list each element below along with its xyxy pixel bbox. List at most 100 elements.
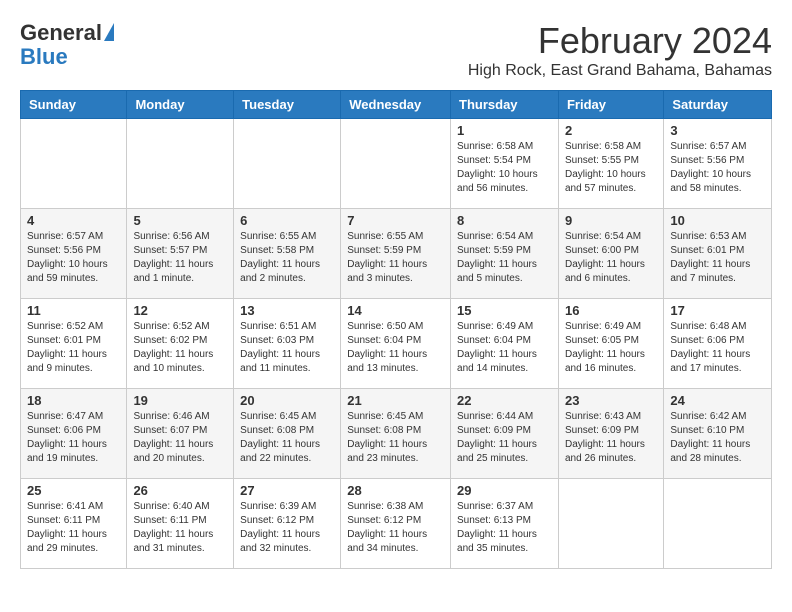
day-info: Sunrise: 6:49 AM Sunset: 6:05 PM Dayligh… bbox=[565, 320, 657, 376]
day-number: 7 bbox=[347, 213, 444, 228]
day-info: Sunrise: 6:51 AM Sunset: 6:03 PM Dayligh… bbox=[240, 320, 334, 376]
day-info: Sunrise: 6:50 AM Sunset: 6:04 PM Dayligh… bbox=[347, 320, 444, 376]
calendar-cell: 20 Sunrise: 6:45 AM Sunset: 6:08 PM Dayli… bbox=[234, 389, 341, 479]
location-subtitle: High Rock, East Grand Bahama, Bahamas bbox=[468, 62, 772, 80]
calendar-cell: 14 Sunrise: 6:50 AM Sunset: 6:04 PM Dayli… bbox=[341, 299, 451, 389]
day-info: Sunrise: 6:57 AM Sunset: 5:56 PM Dayligh… bbox=[27, 230, 120, 286]
day-info: Sunrise: 6:58 AM Sunset: 5:54 PM Dayligh… bbox=[457, 140, 552, 196]
day-info: Sunrise: 6:55 AM Sunset: 5:58 PM Dayligh… bbox=[240, 230, 334, 286]
calendar-cell: 13 Sunrise: 6:51 AM Sunset: 6:03 PM Dayli… bbox=[234, 299, 341, 389]
day-number: 24 bbox=[670, 393, 765, 408]
day-number: 18 bbox=[27, 393, 120, 408]
calendar-cell: 21Sunrise: 6:45 AM Sunset: 6:08 PM Dayli… bbox=[341, 389, 451, 479]
calendar-cell: 27 Sunrise: 6:39 AM Sunset: 6:12 PM Dayli… bbox=[234, 479, 341, 569]
calendar-cell bbox=[664, 479, 772, 569]
day-number: 20 bbox=[240, 393, 334, 408]
day-number: 26 bbox=[133, 483, 227, 498]
column-header-sunday: Sunday bbox=[21, 91, 127, 119]
day-info: Sunrise: 6:56 AM Sunset: 5:57 PM Dayligh… bbox=[133, 230, 227, 286]
calendar-cell: 25Sunrise: 6:41 AM Sunset: 6:11 PM Dayli… bbox=[21, 479, 127, 569]
day-number: 9 bbox=[565, 213, 657, 228]
title-area: February 2024 High Rock, East Grand Baha… bbox=[468, 20, 772, 80]
day-info: Sunrise: 6:52 AM Sunset: 6:01 PM Dayligh… bbox=[27, 320, 120, 376]
day-number: 12 bbox=[133, 303, 227, 318]
calendar-cell: 5 Sunrise: 6:56 AM Sunset: 5:57 PM Daylig… bbox=[127, 209, 234, 299]
day-info: Sunrise: 6:45 AM Sunset: 6:08 PM Dayligh… bbox=[240, 410, 334, 466]
day-info: Sunrise: 6:55 AM Sunset: 5:59 PM Dayligh… bbox=[347, 230, 444, 286]
calendar-cell: 6 Sunrise: 6:55 AM Sunset: 5:58 PM Daylig… bbox=[234, 209, 341, 299]
day-number: 5 bbox=[133, 213, 227, 228]
day-info: Sunrise: 6:58 AM Sunset: 5:55 PM Dayligh… bbox=[565, 140, 657, 196]
logo-blue-text: Blue bbox=[20, 44, 68, 70]
day-number: 17 bbox=[670, 303, 765, 318]
calendar-cell: 22 Sunrise: 6:44 AM Sunset: 6:09 PM Dayli… bbox=[451, 389, 559, 479]
calendar-cell: 1 Sunrise: 6:58 AM Sunset: 5:54 PM Daylig… bbox=[451, 119, 559, 209]
calendar-cell: 9 Sunrise: 6:54 AM Sunset: 6:00 PM Daylig… bbox=[558, 209, 663, 299]
day-number: 25 bbox=[27, 483, 120, 498]
day-number: 16 bbox=[565, 303, 657, 318]
day-info: Sunrise: 6:37 AM Sunset: 6:13 PM Dayligh… bbox=[457, 500, 552, 556]
header: General Blue February 2024 High Rock, Ea… bbox=[20, 20, 772, 80]
day-number: 27 bbox=[240, 483, 334, 498]
column-header-friday: Friday bbox=[558, 91, 663, 119]
day-info: Sunrise: 6:49 AM Sunset: 6:04 PM Dayligh… bbox=[457, 320, 552, 376]
logo: General Blue bbox=[20, 20, 114, 70]
day-number: 13 bbox=[240, 303, 334, 318]
day-info: Sunrise: 6:39 AM Sunset: 6:12 PM Dayligh… bbox=[240, 500, 334, 556]
calendar-week-row: 18Sunrise: 6:47 AM Sunset: 6:06 PM Dayli… bbox=[21, 389, 772, 479]
day-info: Sunrise: 6:57 AM Sunset: 5:56 PM Dayligh… bbox=[670, 140, 765, 196]
day-info: Sunrise: 6:44 AM Sunset: 6:09 PM Dayligh… bbox=[457, 410, 552, 466]
column-header-saturday: Saturday bbox=[664, 91, 772, 119]
day-info: Sunrise: 6:54 AM Sunset: 6:00 PM Dayligh… bbox=[565, 230, 657, 286]
calendar-cell: 16 Sunrise: 6:49 AM Sunset: 6:05 PM Dayli… bbox=[558, 299, 663, 389]
day-number: 19 bbox=[133, 393, 227, 408]
calendar-cell: 29Sunrise: 6:37 AM Sunset: 6:13 PM Dayli… bbox=[451, 479, 559, 569]
calendar-cell: 10 Sunrise: 6:53 AM Sunset: 6:01 PM Dayli… bbox=[664, 209, 772, 299]
calendar-cell: 26 Sunrise: 6:40 AM Sunset: 6:11 PM Dayli… bbox=[127, 479, 234, 569]
day-info: Sunrise: 6:45 AM Sunset: 6:08 PM Dayligh… bbox=[347, 410, 444, 466]
calendar-cell bbox=[558, 479, 663, 569]
column-header-thursday: Thursday bbox=[451, 91, 559, 119]
day-number: 3 bbox=[670, 123, 765, 138]
day-info: Sunrise: 6:48 AM Sunset: 6:06 PM Dayligh… bbox=[670, 320, 765, 376]
calendar-cell bbox=[341, 119, 451, 209]
month-year-title: February 2024 bbox=[468, 20, 772, 62]
calendar-cell: 8 Sunrise: 6:54 AM Sunset: 5:59 PM Daylig… bbox=[451, 209, 559, 299]
day-number: 1 bbox=[457, 123, 552, 138]
calendar-table: SundayMondayTuesdayWednesdayThursdayFrid… bbox=[20, 90, 772, 569]
logo-triangle-icon bbox=[104, 23, 114, 41]
logo-general-text: General bbox=[20, 20, 102, 46]
calendar-cell: 4Sunrise: 6:57 AM Sunset: 5:56 PM Daylig… bbox=[21, 209, 127, 299]
day-number: 15 bbox=[457, 303, 552, 318]
day-info: Sunrise: 6:42 AM Sunset: 6:10 PM Dayligh… bbox=[670, 410, 765, 466]
calendar-week-row: 11 Sunrise: 6:52 AM Sunset: 6:01 PM Dayli… bbox=[21, 299, 772, 389]
calendar-week-row: 25Sunrise: 6:41 AM Sunset: 6:11 PM Dayli… bbox=[21, 479, 772, 569]
calendar-header-row: SundayMondayTuesdayWednesdayThursdayFrid… bbox=[21, 91, 772, 119]
calendar-week-row: 4Sunrise: 6:57 AM Sunset: 5:56 PM Daylig… bbox=[21, 209, 772, 299]
calendar-cell: 11 Sunrise: 6:52 AM Sunset: 6:01 PM Dayli… bbox=[21, 299, 127, 389]
calendar-cell: 24 Sunrise: 6:42 AM Sunset: 6:10 PM Dayli… bbox=[664, 389, 772, 479]
day-info: Sunrise: 6:52 AM Sunset: 6:02 PM Dayligh… bbox=[133, 320, 227, 376]
calendar-cell: 12 Sunrise: 6:52 AM Sunset: 6:02 PM Dayli… bbox=[127, 299, 234, 389]
calendar-cell: 19 Sunrise: 6:46 AM Sunset: 6:07 PM Dayli… bbox=[127, 389, 234, 479]
day-info: Sunrise: 6:46 AM Sunset: 6:07 PM Dayligh… bbox=[133, 410, 227, 466]
day-number: 22 bbox=[457, 393, 552, 408]
day-number: 6 bbox=[240, 213, 334, 228]
day-number: 2 bbox=[565, 123, 657, 138]
day-info: Sunrise: 6:53 AM Sunset: 6:01 PM Dayligh… bbox=[670, 230, 765, 286]
day-number: 8 bbox=[457, 213, 552, 228]
calendar-cell: 7 Sunrise: 6:55 AM Sunset: 5:59 PM Daylig… bbox=[341, 209, 451, 299]
day-number: 11 bbox=[27, 303, 120, 318]
calendar-cell: 15 Sunrise: 6:49 AM Sunset: 6:04 PM Dayli… bbox=[451, 299, 559, 389]
day-number: 14 bbox=[347, 303, 444, 318]
column-header-wednesday: Wednesday bbox=[341, 91, 451, 119]
calendar-cell: 18Sunrise: 6:47 AM Sunset: 6:06 PM Dayli… bbox=[21, 389, 127, 479]
column-header-tuesday: Tuesday bbox=[234, 91, 341, 119]
calendar-cell: 2 Sunrise: 6:58 AM Sunset: 5:55 PM Daylig… bbox=[558, 119, 663, 209]
day-number: 23 bbox=[565, 393, 657, 408]
day-info: Sunrise: 6:40 AM Sunset: 6:11 PM Dayligh… bbox=[133, 500, 227, 556]
column-header-monday: Monday bbox=[127, 91, 234, 119]
day-number: 10 bbox=[670, 213, 765, 228]
day-info: Sunrise: 6:54 AM Sunset: 5:59 PM Dayligh… bbox=[457, 230, 552, 286]
calendar-cell: 23Sunrise: 6:43 AM Sunset: 6:09 PM Dayli… bbox=[558, 389, 663, 479]
